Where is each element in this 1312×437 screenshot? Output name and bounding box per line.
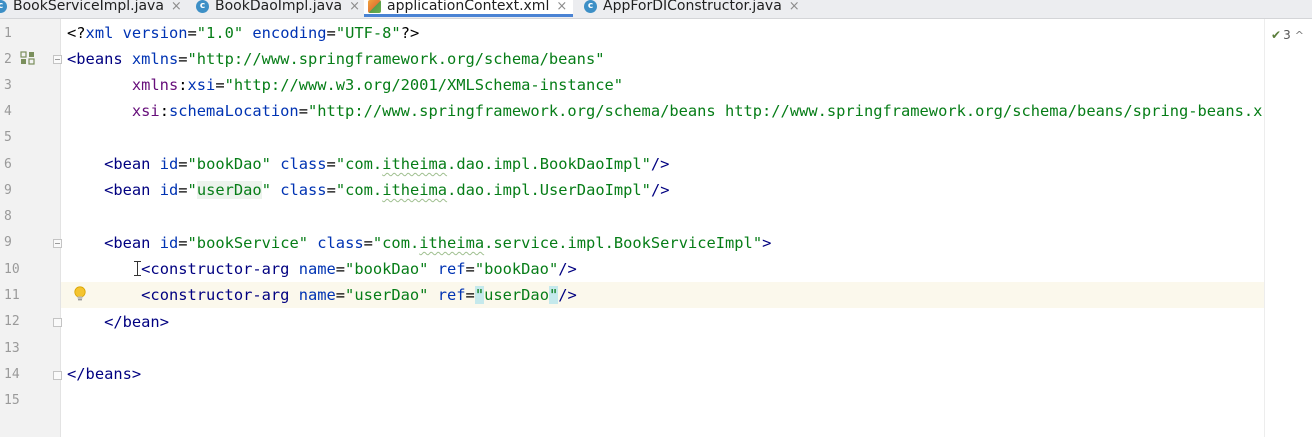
chevron-up-icon[interactable]: ^ [1295, 29, 1304, 42]
line-number: 13 [4, 341, 20, 356]
line-number: 14 [4, 367, 20, 382]
check-warning-icon: ✔ [1271, 28, 1282, 42]
line-number: 8 [4, 209, 12, 224]
line-number: 9 [4, 183, 12, 198]
line-number: 10 [4, 262, 20, 277]
java-class-icon: c [196, 0, 209, 13]
java-class-icon: c [0, 0, 7, 13]
code-line-12: </bean> [104, 313, 169, 331]
tab-label: AppForDIConstructor.java [603, 0, 782, 14]
editor-tab-bar: c BookServiceImpl.java × c BookDaoImpl.j… [0, 0, 1312, 19]
code-line-4: xsi:schemaLocation="http://www.springfra… [131, 102, 1264, 120]
line-number: 2 [4, 52, 12, 67]
xml-file-icon [368, 0, 381, 13]
code-line-10: <constructor-arg name="bookDao" ref="boo… [141, 260, 577, 278]
tab-label: BookDaoImpl.java [215, 0, 343, 14]
code-line-14: </beans> [67, 365, 142, 383]
tab-appfordiconstructor[interactable]: c AppForDIConstructor.java × [584, 0, 800, 17]
close-tab-icon[interactable]: × [556, 0, 567, 14]
code-line-7: <bean id="userDao" class="com.itheima.da… [104, 181, 670, 199]
tab-label: applicationContext.xml [387, 0, 550, 14]
xml-code-editor[interactable]: <?xml version="1.0" encoding="UTF-8"?> <… [61, 19, 1264, 437]
inspection-count: 3 [1283, 28, 1291, 42]
tab-bookdaoimpl[interactable]: c BookDaoImpl.java × [196, 0, 360, 17]
close-tab-icon[interactable]: × [349, 0, 360, 14]
line-number: 6 [4, 157, 12, 172]
line-number: 11 [4, 288, 20, 303]
inspection-strip: ✔ 3 ^ [1264, 19, 1312, 437]
java-class-icon: c [584, 0, 597, 13]
inspection-widget[interactable]: ✔ 3 ^ [1271, 28, 1304, 42]
line-number: 1 [4, 26, 12, 41]
code-line-11: <constructor-arg name="userDao" ref="use… [141, 286, 577, 304]
code-line-2: <beans xmlns="http://www.springframework… [67, 50, 605, 68]
line-number-gutter[interactable]: 1 2 3 4 5 6 9 8 9 10 11 12 13 14 15 [0, 19, 62, 437]
code-line-9: <bean id="bookService" class="com.itheim… [104, 234, 772, 252]
line-number: 12 [4, 314, 20, 329]
line-number: 3 [4, 78, 12, 93]
code-line-3: xmlns:xsi="http://www.w3.org/2001/XMLSch… [131, 76, 624, 94]
code-line-1: <?xml version="1.0" encoding="UTF-8"?> [67, 24, 420, 42]
tab-label: BookServiceImpl.java [13, 0, 164, 14]
close-tab-icon[interactable]: × [171, 0, 182, 14]
line-number: 9 [4, 235, 12, 250]
code-line-6: <bean id="bookDao" class="com.itheima.da… [104, 155, 670, 173]
line-number: 15 [4, 393, 20, 408]
line-number: 4 [4, 104, 12, 119]
bean-gutter-icon[interactable] [20, 51, 36, 65]
tab-bookserviceimpl[interactable]: c BookServiceImpl.java × [0, 0, 182, 17]
line-number: 5 [4, 130, 12, 145]
text-cursor-icon [134, 261, 141, 276]
close-tab-icon[interactable]: × [789, 0, 800, 14]
tab-applicationcontext[interactable]: applicationContext.xml × [364, 0, 574, 17]
